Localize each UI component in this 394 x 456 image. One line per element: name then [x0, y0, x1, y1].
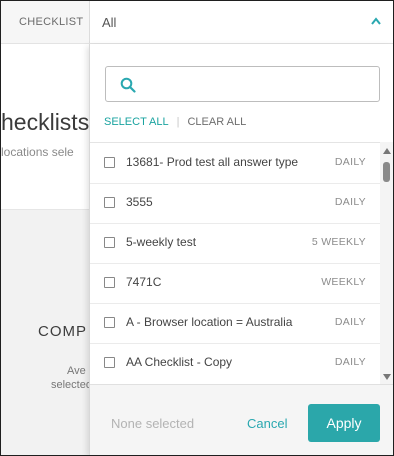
- list-item-name: 13681- Prod test all answer type: [126, 155, 299, 169]
- apply-button[interactable]: Apply: [308, 404, 380, 442]
- bulk-actions: SELECT ALL | CLEAR ALL: [104, 116, 246, 128]
- selection-status: None selected: [111, 416, 195, 431]
- list-item[interactable]: 13681- Prod test all answer type DAILY: [90, 143, 380, 184]
- completion-average-text: Ave: [67, 365, 86, 377]
- chevron-up-icon[interactable]: [371, 17, 381, 25]
- dropdown-footer: None selected Cancel Apply: [90, 384, 393, 455]
- scroll-thumb[interactable]: [383, 162, 390, 182]
- list-item-name: A - Browser location = Australia: [126, 315, 293, 329]
- list-item[interactable]: AA Checklist - Copy DAILY: [90, 343, 380, 383]
- list-item-frequency: DAILY: [334, 196, 366, 208]
- checklist-select-value: All: [102, 15, 117, 30]
- checkbox[interactable]: [104, 157, 115, 168]
- select-all-link[interactable]: SELECT ALL: [104, 116, 169, 128]
- completion-heading: COMP: [38, 323, 87, 340]
- checkbox[interactable]: [104, 277, 115, 288]
- checklist-list: 13681- Prod test all answer type DAILY 3…: [90, 142, 393, 383]
- checkbox[interactable]: [104, 317, 115, 328]
- checkbox[interactable]: [104, 197, 115, 208]
- clear-all-link[interactable]: CLEAR ALL: [187, 116, 246, 128]
- list-item-frequency: WEEKLY: [321, 276, 366, 288]
- list-item[interactable]: A - Browser location = Australia DAILY: [90, 303, 380, 344]
- checklist-dropdown: SELECT ALL | CLEAR ALL 13681- Prod test al…: [89, 44, 393, 455]
- list-item-frequency: DAILY: [334, 356, 366, 368]
- list-item-name: 3555: [126, 195, 153, 209]
- page-subtitle: locations sele: [1, 145, 74, 159]
- search-input[interactable]: [144, 73, 376, 95]
- list-scrollbar[interactable]: [380, 142, 393, 384]
- search-box[interactable]: [105, 66, 380, 102]
- list-item-name: 7471C: [126, 275, 162, 289]
- list-item-name: AA Checklist - Copy: [126, 355, 233, 369]
- checkbox[interactable]: [104, 357, 115, 368]
- list-item-name: 5-weekly test: [126, 235, 197, 249]
- list-item-frequency: 5 WEEKLY: [311, 236, 366, 248]
- list-item[interactable]: 5-weekly test 5 WEEKLY: [90, 223, 380, 264]
- list-item-frequency: DAILY: [334, 156, 366, 168]
- scroll-up-arrow-icon[interactable]: [383, 148, 391, 154]
- filter-bar: CHECKLIST All: [1, 1, 393, 44]
- checklist-filter-label: CHECKLIST: [19, 16, 84, 28]
- checkbox[interactable]: [104, 237, 115, 248]
- scroll-down-arrow-icon[interactable]: [383, 374, 391, 380]
- cancel-button[interactable]: Cancel: [247, 416, 287, 431]
- page-title: hecklists: [1, 109, 90, 135]
- list-item[interactable]: 7471C WEEKLY: [90, 263, 380, 304]
- bulk-divider: |: [176, 116, 180, 128]
- checklist-select[interactable]: All: [90, 1, 393, 43]
- app-frame: CHECKLIST All hecklists locations sele C…: [0, 0, 394, 456]
- completion-selected-text: selected: [51, 379, 92, 391]
- search-icon: [120, 77, 136, 93]
- list-item[interactable]: 3555 DAILY: [90, 183, 380, 224]
- list-item-frequency: DAILY: [334, 316, 366, 328]
